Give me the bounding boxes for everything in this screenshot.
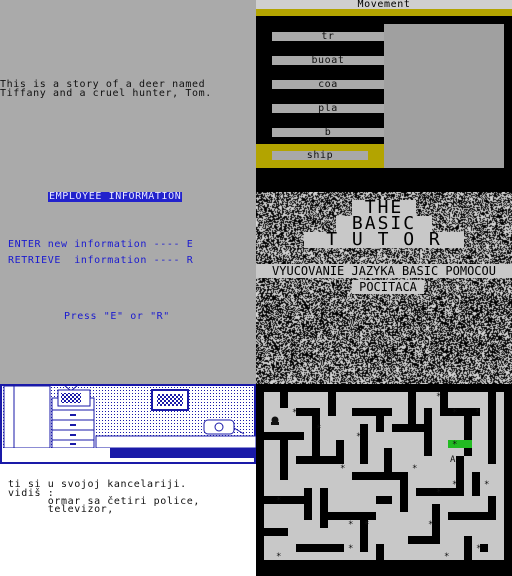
maze-wall [352, 408, 392, 416]
maze-wall [280, 392, 288, 408]
maze-wall [328, 392, 336, 416]
maze-wall [328, 512, 376, 520]
star-collectible: * [475, 408, 480, 418]
enter-option[interactable]: ENTER new information ---- E [8, 240, 193, 250]
star-collectible: * [348, 544, 353, 554]
story-line-2: Tiffany and a cruel hunter, Tom. [0, 88, 212, 99]
story-screen: This is a story of a deer named Tiffany … [0, 0, 256, 192]
star-collectible: * [348, 520, 353, 530]
maze-wall [424, 408, 432, 456]
basic-tutor-screen: THE BASIC T U T O R VYUCOVANIE JAZYKA BA… [256, 192, 512, 384]
subtitle-line-1: VYUCOVANIE JAZYKA BASIC POMOCOU [256, 264, 512, 278]
menu-item-buoat[interactable]: buoat [272, 56, 384, 66]
maze-wall [320, 488, 328, 528]
star-collectible: * [444, 552, 449, 562]
maze-wall [488, 496, 496, 520]
movement-header: Movement [256, 0, 512, 10]
star-collectible: * [452, 480, 457, 490]
maze-wall [408, 392, 416, 424]
maze-wall [408, 536, 432, 544]
maze-wall [280, 440, 288, 480]
maze-game-screen: * * * * * * * * * * * * * * * * * * * * A [256, 384, 512, 576]
enemy-icon: A [450, 455, 456, 465]
retrieve-option[interactable]: RETRIEVE information ---- R [8, 256, 193, 266]
maze-wall [376, 544, 384, 568]
employee-info-screen: EMPLOYEE INFORMATION ENTER new informati… [0, 192, 256, 384]
maze-wall [360, 424, 368, 464]
game-screens-grid: This is a story of a deer named Tiffany … [0, 0, 512, 576]
star-collectible: * [428, 520, 433, 530]
maze-corridors [264, 392, 504, 568]
maze-wall [488, 392, 496, 464]
maze-wall [392, 424, 424, 432]
maze-wall [464, 536, 472, 568]
maze-wall [264, 528, 288, 536]
star-collectible: * [436, 392, 441, 402]
maze-wall [336, 440, 344, 464]
office-adventure-screen: ti si u svojoj kancelariji. vidiš : orma… [0, 384, 256, 576]
employee-title: EMPLOYEE INFORMATION [48, 192, 183, 202]
star-collectible: * [364, 520, 369, 530]
press-prompt: Press "E" or "R" [64, 311, 170, 322]
menu-item-tr[interactable]: tr [272, 32, 384, 42]
office-scene [0, 384, 256, 464]
picture-frame-icon [151, 389, 189, 411]
menu-item-pla[interactable]: pla [272, 104, 384, 114]
movement-display-panel [384, 24, 504, 168]
maze-wall [400, 472, 408, 512]
star-collectible: * [340, 464, 345, 474]
star-collectible: * [484, 480, 489, 490]
star-collectible: * [452, 408, 457, 418]
maze-wall [376, 408, 384, 432]
maze-wall [384, 448, 392, 480]
star-collectible: * [452, 440, 457, 450]
header-bar [256, 9, 512, 16]
star-collectible: * [476, 544, 481, 554]
star-collectible: * [276, 496, 281, 506]
menu-item-ship[interactable]: ship [272, 151, 368, 161]
menu-item-b[interactable]: b [272, 128, 384, 138]
maze-wall [456, 456, 464, 496]
star-collectible: * [292, 408, 297, 418]
maze-wall [296, 408, 312, 416]
maze-wall [352, 472, 400, 480]
maze-wall [304, 488, 312, 520]
maze-wall [440, 408, 480, 416]
menu-item-coa[interactable]: coa [272, 80, 384, 90]
star-collectible: * [436, 488, 441, 498]
star-collectible: * [412, 464, 417, 474]
title-tutor: T U T O R [304, 231, 464, 249]
movement-menu-screen: Movement tr buoat coa pla b ship [256, 0, 512, 192]
maze-wall [296, 544, 344, 552]
star-collectible: * [276, 552, 281, 562]
star-collectible: * [316, 424, 321, 434]
subtitle-line-2: POCITACA [352, 280, 424, 294]
office-text-line-4: televizor, [8, 504, 114, 515]
maze-wall [472, 472, 480, 496]
maze-wall [264, 432, 304, 440]
star-collectible: * [356, 432, 361, 442]
maze-wall [376, 496, 392, 504]
maze-board: * * * * * * * * * * * * * * * * * * * * A [256, 384, 512, 576]
maze-wall [464, 408, 472, 456]
